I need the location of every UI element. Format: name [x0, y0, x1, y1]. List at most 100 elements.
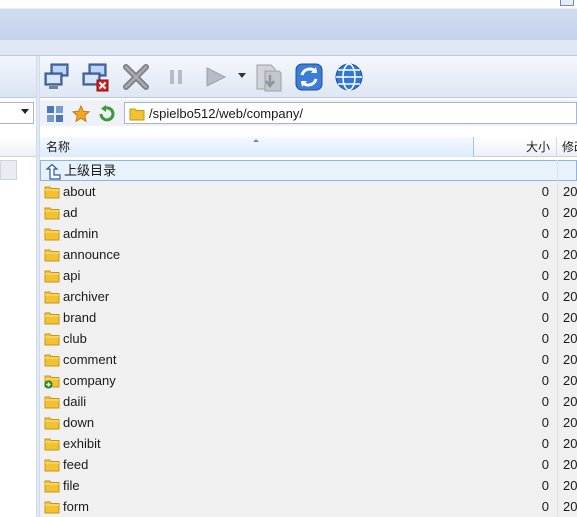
file-size: 0: [541, 289, 549, 304]
local-column-header[interactable]: [0, 137, 36, 157]
local-pane: [0, 56, 38, 517]
file-size: 0: [541, 331, 549, 346]
file-name: down: [63, 415, 95, 430]
up-arrow-icon: [45, 164, 61, 180]
folder-icon: [44, 205, 60, 221]
table-row[interactable]: company 0 20: [40, 370, 577, 391]
folder-new-icon: [44, 373, 60, 389]
connect-button[interactable]: [42, 61, 74, 93]
file-name: company: [63, 373, 116, 388]
file-name: archiver: [63, 289, 110, 304]
file-name: exhibit: [63, 436, 101, 451]
file-name: ad: [63, 205, 78, 220]
column-header-modified[interactable]: 修改: [558, 137, 577, 157]
file-size: 0: [541, 499, 549, 514]
chevron-down-icon[interactable]: [238, 73, 246, 78]
file-modified: 20: [563, 247, 577, 262]
file-name: daili: [63, 394, 87, 409]
folder-icon: [44, 226, 60, 242]
file-name: brand: [63, 310, 97, 325]
folder-icon: [44, 478, 60, 494]
remote-path-text: /spielbo512/web/company/: [149, 106, 303, 121]
folder-icon: [44, 415, 60, 431]
table-row[interactable]: feed 0 20: [40, 454, 577, 475]
table-row[interactable]: announce 0 20: [40, 244, 577, 265]
file-size: 0: [541, 436, 549, 451]
website-button[interactable]: [333, 61, 365, 93]
table-row[interactable]: club 0 20: [40, 328, 577, 349]
stop-x-icon: [123, 64, 149, 90]
file-size: 0: [541, 478, 549, 493]
table-row[interactable]: daili 0 20: [40, 391, 577, 412]
play-icon: [206, 67, 227, 87]
file-size: 0: [541, 205, 549, 220]
table-row[interactable]: exhibit 0 20: [40, 433, 577, 454]
folder-icon: [44, 394, 60, 410]
go-back-button[interactable]: [97, 105, 115, 123]
file-modified: 20: [563, 352, 577, 367]
table-row[interactable]: file 0 20: [40, 475, 577, 496]
parent-directory-row[interactable]: 上级目录: [40, 160, 577, 181]
file-modified: 20: [563, 331, 577, 346]
column-header-size-label: 大小: [525, 140, 550, 154]
column-header-name-label: 名称: [46, 140, 71, 154]
file-name: comment: [63, 352, 117, 367]
table-row[interactable]: about 0 20: [40, 181, 577, 202]
disconnect-button[interactable]: [80, 61, 112, 93]
file-modified: 20: [563, 457, 577, 472]
table-row[interactable]: comment 0 20: [40, 349, 577, 370]
column-divider: [557, 160, 558, 517]
table-row[interactable]: down 0 20: [40, 412, 577, 433]
file-name: form: [63, 499, 89, 514]
green-arrow-icon: [99, 105, 115, 122]
chevron-down-icon[interactable]: [21, 109, 29, 114]
column-header-size[interactable]: 大小: [474, 137, 557, 157]
star-icon: [72, 105, 90, 123]
table-row[interactable]: archiver 0 20: [40, 286, 577, 307]
file-modified: 20: [563, 499, 577, 514]
window-control-icon[interactable]: [560, 0, 574, 6]
folder-icon: [44, 352, 60, 368]
start-queue-button[interactable]: [200, 61, 232, 93]
file-size: 0: [541, 184, 549, 199]
file-size: 0: [541, 457, 549, 472]
file-modified: 20: [563, 289, 577, 304]
file-modified: 20: [563, 373, 577, 388]
refresh-icon: [295, 63, 323, 91]
view-mode-button[interactable]: [46, 105, 64, 123]
transfer-button[interactable]: [253, 61, 285, 93]
refresh-button[interactable]: [293, 61, 325, 93]
connect-computers-icon: [44, 63, 69, 89]
file-modified: 20: [563, 478, 577, 493]
table-row[interactable]: ad 0 20: [40, 202, 577, 223]
file-name: club: [63, 331, 87, 346]
remote-file-list: 上级目录 about 0 20 ad 0 20 admin 0 20 announce 0 20 api…: [40, 160, 577, 517]
pause-icon: [170, 70, 182, 84]
table-row[interactable]: api 0 20: [40, 265, 577, 286]
folder-icon: [44, 457, 60, 473]
table-row[interactable]: brand 0 20: [40, 307, 577, 328]
table-row[interactable]: admin 0 20: [40, 223, 577, 244]
table-row[interactable]: form 0 20: [40, 496, 577, 517]
file-name: file: [63, 478, 80, 493]
remote-address-bar: /spielbo512/web/company/: [40, 100, 577, 126]
folder-icon: [44, 184, 60, 200]
file-name: announce: [63, 247, 121, 262]
local-path-dropdown[interactable]: [0, 102, 34, 124]
view-list-icon: [47, 106, 63, 122]
file-name: feed: [63, 457, 89, 472]
file-modified: 20: [563, 436, 577, 451]
remote-pane: /spielbo512/web/company/ 名称 大小 修改 上级目录 a…: [40, 56, 577, 517]
stop-button[interactable]: [120, 61, 152, 93]
favorites-button[interactable]: [72, 105, 90, 123]
file-modified: 20: [563, 310, 577, 325]
folder-icon: [44, 247, 60, 263]
file-modified: 20: [563, 415, 577, 430]
sort-ascending-icon: [253, 139, 259, 142]
remote-path-input[interactable]: /spielbo512/web/company/: [124, 102, 577, 124]
pause-button[interactable]: [160, 61, 192, 93]
globe-icon: [335, 63, 363, 91]
transfer-queue-icon: [256, 64, 282, 92]
local-list-item[interactable]: [0, 160, 17, 180]
local-toolbar: [0, 56, 38, 98]
